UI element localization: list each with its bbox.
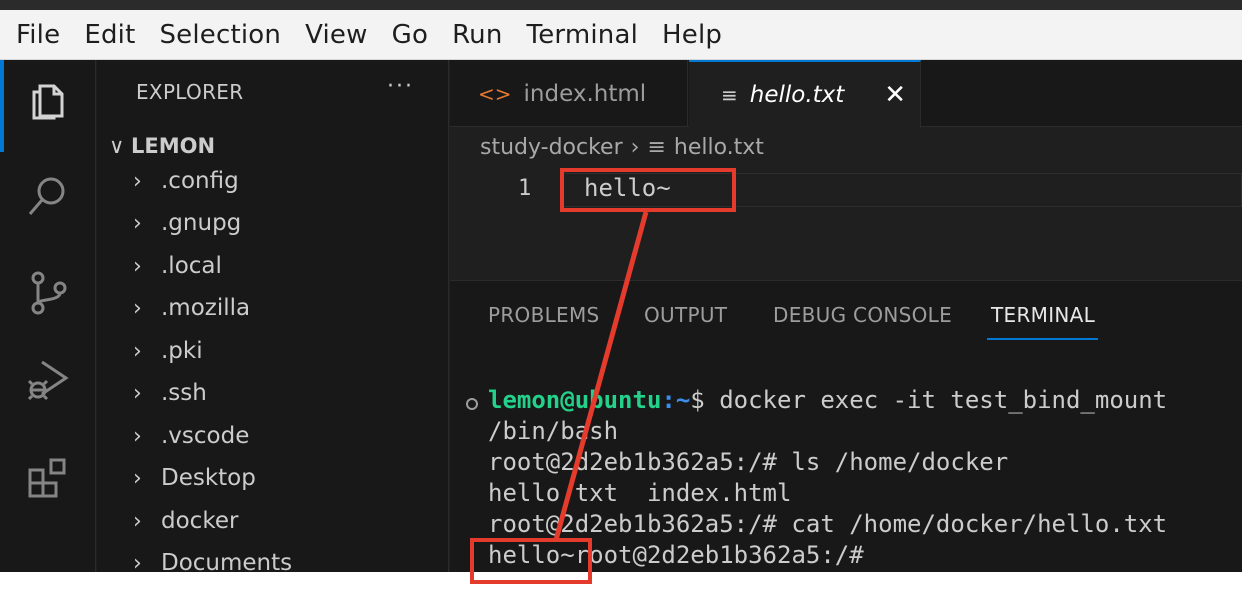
chevron-right-icon: ›	[630, 135, 640, 160]
more-actions-icon[interactable]: ···	[387, 74, 414, 99]
chevron-right-icon: ›	[133, 253, 142, 279]
chevron-down-icon: ∨	[109, 134, 125, 158]
chevron-right-icon: ›	[133, 210, 142, 236]
menu-bar: File Edit Selection View Go Run Terminal…	[0, 10, 1242, 60]
tab-hello-txt[interactable]: ≡ hello.txt ✕	[689, 60, 921, 128]
extensions-activity[interactable]	[0, 438, 96, 518]
editor-tabs: <> index.html ≡ hello.txt ✕	[450, 60, 1242, 128]
files-icon	[32, 84, 64, 120]
window-top-strip	[0, 0, 1242, 10]
tab-debug-console[interactable]: DEBUG CONSOLE	[773, 303, 952, 327]
vscode-window: EXPLORER ··· ∨ LEMON › .config › .gnupg ›.…	[0, 60, 1242, 576]
chevron-right-icon: ›	[133, 465, 142, 491]
tree-item-ssh[interactable]: › .ssh	[133, 375, 207, 411]
search-activity[interactable]	[0, 156, 96, 236]
menu-view[interactable]: View	[305, 20, 368, 50]
text-file-icon: ≡	[721, 83, 738, 107]
source-control-activity[interactable]	[0, 252, 96, 332]
bottom-panel: PROBLEMS OUTPUT DEBUG CONSOLE TERMINAL l…	[450, 280, 1242, 572]
workspace-root[interactable]: ∨ LEMON	[109, 134, 215, 158]
run-debug-activity[interactable]	[0, 340, 96, 420]
terminal-line: root@2d2eb1b362a5:/# ls /home/docker	[488, 448, 1009, 476]
annotation-box-editor	[560, 168, 736, 212]
tree-item-local[interactable]: › .local	[133, 248, 222, 284]
annotation-box-terminal	[470, 538, 592, 584]
breadcrumb-file[interactable]: hello.txt	[674, 135, 764, 160]
chevron-right-icon: ›	[133, 338, 142, 364]
tab-problems[interactable]: PROBLEMS	[488, 303, 600, 327]
tab-output[interactable]: OUTPUT	[644, 303, 727, 327]
terminal-status-icon	[466, 398, 478, 410]
chevron-right-icon: ›	[133, 550, 142, 576]
tree-item-label: .local	[161, 253, 222, 279]
close-icon[interactable]: ✕	[884, 80, 906, 110]
activity-bar	[0, 60, 96, 572]
source-control-icon	[31, 271, 67, 315]
prompt-symbol: $	[690, 386, 720, 414]
menu-file[interactable]: File	[16, 20, 60, 50]
terminal-line: hello.txt index.html	[488, 479, 792, 507]
chevron-right-icon: ›	[133, 508, 142, 534]
tree-item-documents[interactable]: › Documents	[133, 545, 292, 581]
tree-item-desktop[interactable]: › Desktop	[133, 460, 256, 496]
breadcrumb: study-docker › ≡ hello.txt	[480, 135, 764, 160]
tab-label: hello.txt	[749, 82, 845, 108]
chevron-right-icon: ›	[133, 295, 142, 321]
menu-run[interactable]: Run	[452, 20, 502, 50]
tree-item-pki[interactable]: › .pki	[133, 333, 203, 369]
tab-index-html[interactable]: <> index.html	[450, 60, 688, 127]
menu-go[interactable]: Go	[392, 20, 428, 50]
tree-item-label: Documents	[161, 550, 293, 576]
text-file-icon: ≡	[647, 135, 666, 160]
terminal-prompt: root@2d2eb1b362a5:/#	[574, 541, 864, 569]
tree-item-label: Desktop	[161, 465, 256, 491]
explorer-activity[interactable]	[0, 60, 96, 152]
menu-selection[interactable]: Selection	[159, 20, 281, 50]
breadcrumb-folder[interactable]: study-docker	[480, 135, 623, 160]
explorer-sidebar: EXPLORER ··· ∨ LEMON › .config › .gnupg ›.…	[97, 60, 449, 576]
menu-terminal[interactable]: Terminal	[527, 20, 638, 50]
menu-edit[interactable]: Edit	[84, 20, 135, 50]
tab-label: index.html	[523, 80, 647, 107]
active-tab-indicator	[987, 338, 1098, 340]
terminal-command-cont: /bin/bash	[488, 417, 619, 445]
chevron-right-icon: ›	[133, 380, 142, 406]
tree-item-label: .ssh	[161, 380, 207, 406]
terminal-command: docker exec -it test_bind_mount	[719, 386, 1168, 414]
tree-item-label: .pki	[161, 338, 203, 364]
tree-item-label: .mozilla	[161, 295, 251, 321]
terminal-line: root@2d2eb1b362a5:/# cat /home/docker/he…	[488, 510, 1168, 538]
tree-item-gnupg[interactable]: › .gnupg	[133, 205, 241, 241]
tree-item-mozilla[interactable]: › .mozilla	[133, 290, 250, 326]
chevron-right-icon: ›	[133, 168, 142, 194]
tree-item-vscode[interactable]: › .vscode	[133, 418, 249, 454]
tree-item-label: .gnupg	[161, 210, 242, 236]
search-icon	[28, 177, 65, 215]
tree-item-label: .vscode	[161, 423, 250, 449]
tree-item-label: .config	[161, 168, 239, 194]
tab-terminal[interactable]: TERMINAL	[991, 303, 1095, 327]
explorer-title: EXPLORER	[136, 80, 244, 104]
chevron-right-icon: ›	[133, 423, 142, 449]
run-debug-icon	[27, 360, 69, 401]
tree-item-label: docker	[161, 508, 239, 534]
workspace-root-label: LEMON	[131, 134, 216, 158]
prompt-user: lemon@ubuntu	[488, 386, 662, 414]
tree-item-config[interactable]: › .config	[133, 163, 239, 199]
line-number: 1	[518, 176, 532, 201]
menu-help[interactable]: Help	[662, 20, 722, 50]
tree-item-docker[interactable]: › docker	[133, 503, 238, 539]
extensions-icon	[28, 458, 66, 498]
prompt-path: :~	[661, 386, 691, 414]
html-file-icon: <>	[478, 81, 512, 106]
